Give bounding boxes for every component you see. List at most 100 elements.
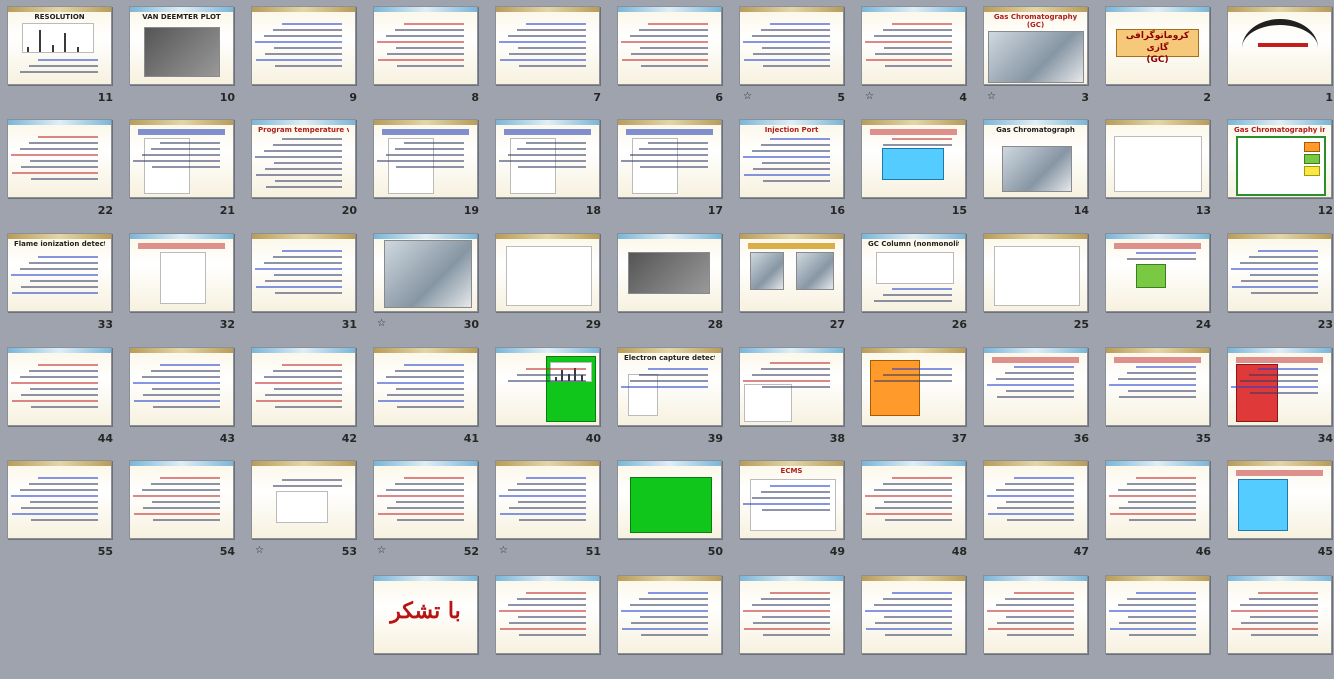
slide-thumbnail[interactable] <box>617 6 722 85</box>
slide-thumbnail[interactable] <box>1227 6 1332 85</box>
slide-thumbnail[interactable] <box>373 460 478 539</box>
slide-thumbnail-cell[interactable]: Gas Chromatograph 14 <box>983 119 1095 223</box>
slide-thumbnail[interactable]: Electron capture detector <box>617 347 722 426</box>
slide-thumbnail-cell[interactable]: 32 <box>129 233 241 337</box>
slide-thumbnail-cell[interactable]: 7 <box>495 6 607 110</box>
slide-thumbnail-cell[interactable]: 46 <box>1105 460 1217 564</box>
slide-thumbnail[interactable] <box>373 233 478 312</box>
slide-thumbnail-cell[interactable]: 21 <box>129 119 241 223</box>
slide-thumbnail-cell[interactable]: 55 <box>7 460 119 564</box>
slide-thumbnail[interactable] <box>251 347 356 426</box>
slide-thumbnail[interactable] <box>861 6 966 85</box>
slide-thumbnail-cell[interactable]: 48 <box>861 460 973 564</box>
slide-thumbnail-cell[interactable]: Electron capture detector 39 <box>617 347 729 451</box>
slide-thumbnail[interactable] <box>251 6 356 85</box>
slide-thumbnail-cell[interactable]: Injection Port 16 <box>739 119 851 223</box>
slide-thumbnail[interactable] <box>983 575 1088 654</box>
slide-thumbnail[interactable] <box>861 347 966 426</box>
slide-thumbnail[interactable] <box>129 119 234 198</box>
slide-thumbnail[interactable]: VAN DEEMTER PLOT <box>129 6 234 85</box>
slide-thumbnail[interactable] <box>251 233 356 312</box>
slide-thumbnail[interactable] <box>495 233 600 312</box>
slide-thumbnail-cell[interactable]: 17 <box>617 119 729 223</box>
slide-thumbnail-cell[interactable]: 37 <box>861 347 973 451</box>
slide-thumbnail-cell[interactable]: ECMS 49 <box>739 460 851 564</box>
slide-thumbnail[interactable] <box>7 460 112 539</box>
slide-thumbnail[interactable] <box>1105 575 1210 654</box>
slide-thumbnail[interactable] <box>1105 460 1210 539</box>
slide-thumbnail[interactable] <box>1105 119 1210 198</box>
slide-thumbnail-cell[interactable]: 31 <box>251 233 363 337</box>
slide-thumbnail[interactable] <box>373 6 478 85</box>
slide-thumbnail-cell[interactable] <box>495 575 607 679</box>
slide-thumbnail[interactable] <box>983 233 1088 312</box>
slide-thumbnail[interactable]: Gas Chromatography instrumentation <box>1227 119 1332 198</box>
slide-thumbnail[interactable] <box>495 6 600 85</box>
slide-thumbnail[interactable]: Gas Chromatograph <box>983 119 1088 198</box>
slide-thumbnail-cell[interactable] <box>739 575 851 679</box>
slide-thumbnail-cell[interactable] <box>617 575 729 679</box>
slide-thumbnail[interactable]: Program temperature vaporizing injection… <box>251 119 356 198</box>
slide-thumbnail[interactable] <box>129 233 234 312</box>
slide-thumbnail[interactable] <box>373 119 478 198</box>
slide-thumbnail[interactable]: کروماتوگرافی گازی (GC) <box>1105 6 1210 85</box>
slide-thumbnail-cell[interactable] <box>1105 575 1217 679</box>
slide-thumbnail[interactable] <box>861 575 966 654</box>
slide-thumbnail-cell[interactable]: 34 <box>1227 347 1334 451</box>
slide-thumbnail-cell[interactable]: 52 ☆ <box>373 460 485 564</box>
slide-thumbnail[interactable] <box>1105 233 1210 312</box>
slide-thumbnail[interactable] <box>129 347 234 426</box>
slide-thumbnail-cell[interactable]: 35 <box>1105 347 1217 451</box>
slide-thumbnail-cell[interactable]: 47 <box>983 460 1095 564</box>
slide-thumbnail[interactable] <box>739 347 844 426</box>
slide-thumbnail[interactable] <box>1227 233 1332 312</box>
slide-thumbnail-cell[interactable]: 25 <box>983 233 1095 337</box>
slide-thumbnail-cell[interactable]: 50 <box>617 460 729 564</box>
slide-thumbnail-cell[interactable]: Gas Chromatography instrumentation 12 <box>1227 119 1334 223</box>
slide-thumbnail-cell[interactable] <box>861 575 973 679</box>
slide-thumbnail-cell[interactable] <box>983 575 1095 679</box>
slide-thumbnail[interactable] <box>129 460 234 539</box>
slide-thumbnail-cell[interactable]: RESOLUTION 11 <box>7 6 119 110</box>
slide-thumbnail[interactable]: GC Column (nonmonolithic or open-tubular… <box>861 233 966 312</box>
slide-thumbnail-cell[interactable]: 8 <box>373 6 485 110</box>
slide-thumbnail-cell[interactable]: 41 <box>373 347 485 451</box>
slide-thumbnail[interactable] <box>1227 347 1332 426</box>
slide-thumbnail[interactable] <box>739 575 844 654</box>
slide-thumbnail-cell[interactable]: 42 <box>251 347 363 451</box>
slide-thumbnail[interactable] <box>617 460 722 539</box>
slide-thumbnail-cell[interactable]: 9 <box>251 6 363 110</box>
slide-thumbnail-cell[interactable]: 40 <box>495 347 607 451</box>
slide-thumbnail[interactable] <box>1105 347 1210 426</box>
slide-thumbnail[interactable] <box>495 575 600 654</box>
slide-thumbnail-cell[interactable]: 1 <box>1227 6 1334 110</box>
slide-thumbnail-cell[interactable]: 29 <box>495 233 607 337</box>
slide-thumbnail-cell[interactable]: کروماتوگرافی گازی (GC) 2 <box>1105 6 1217 110</box>
slide-thumbnail-cell[interactable]: 36 <box>983 347 1095 451</box>
slide-thumbnail-cell[interactable]: 4 ☆ <box>861 6 973 110</box>
slide-thumbnail-cell[interactable]: Program temperature vaporizing injection… <box>251 119 363 223</box>
slide-thumbnail[interactable] <box>373 347 478 426</box>
slide-thumbnail-cell[interactable]: 27 <box>739 233 851 337</box>
slide-thumbnail-cell[interactable]: 38 <box>739 347 851 451</box>
slide-thumbnail-cell[interactable]: با تشکر <box>373 575 485 679</box>
slide-thumbnail-cell[interactable]: 6 <box>617 6 729 110</box>
slide-thumbnail-cell[interactable]: 19 <box>373 119 485 223</box>
slide-thumbnail[interactable]: Gas Chromatography (GC) <box>983 6 1088 85</box>
slide-thumbnail[interactable] <box>7 119 112 198</box>
slide-thumbnail-cell[interactable]: 24 <box>1105 233 1217 337</box>
slide-thumbnail[interactable] <box>1227 460 1332 539</box>
slide-thumbnail-cell[interactable]: 54 <box>129 460 241 564</box>
slide-thumbnail[interactable] <box>983 347 1088 426</box>
slide-thumbnail[interactable] <box>983 460 1088 539</box>
slide-thumbnail-cell[interactable]: 45 <box>1227 460 1334 564</box>
slide-thumbnail[interactable] <box>495 460 600 539</box>
slide-thumbnail-cell[interactable]: 53 ☆ <box>251 460 363 564</box>
slide-thumbnail-cell[interactable]: 23 <box>1227 233 1334 337</box>
slide-thumbnail[interactable] <box>739 6 844 85</box>
slide-thumbnail[interactable] <box>861 119 966 198</box>
slide-thumbnail[interactable]: Flame ionization detector <box>7 233 112 312</box>
slide-thumbnail-cell[interactable]: Gas Chromatography (GC) 3 ☆ <box>983 6 1095 110</box>
slide-thumbnail-cell[interactable]: 22 <box>7 119 119 223</box>
slide-thumbnail[interactable] <box>739 233 844 312</box>
